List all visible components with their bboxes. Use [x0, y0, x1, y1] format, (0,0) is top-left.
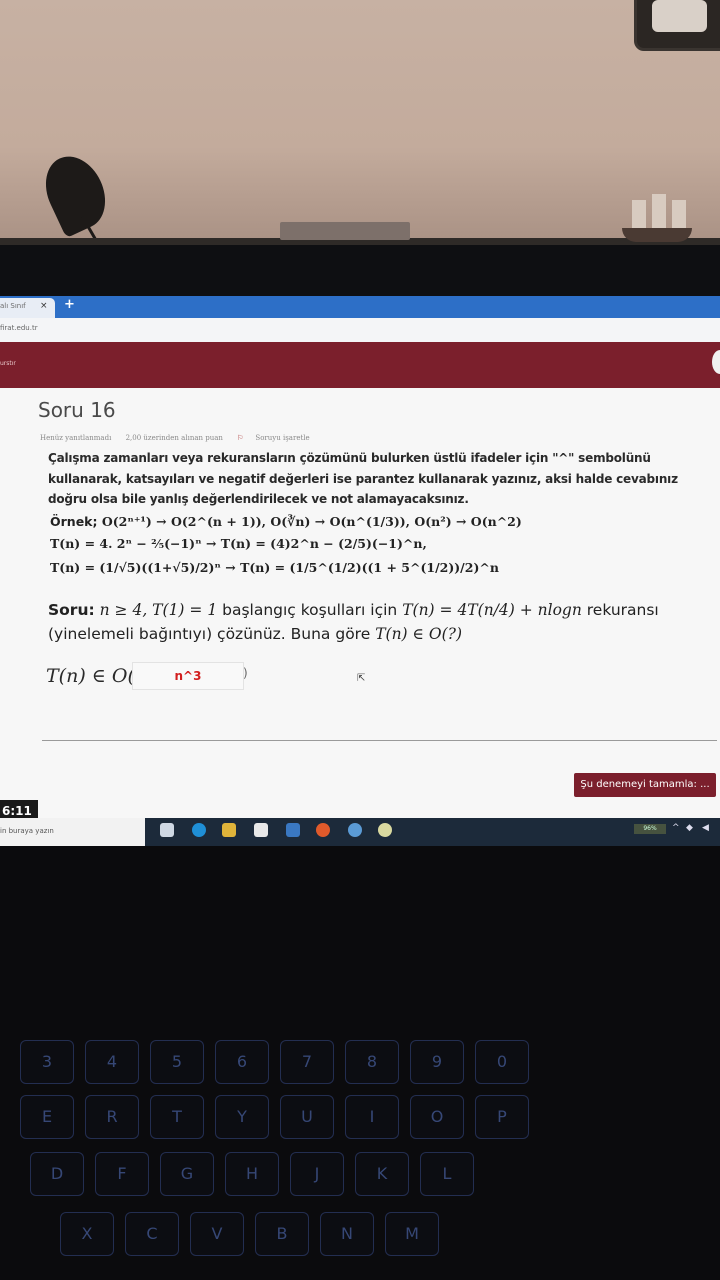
wall-clock: [634, 0, 720, 51]
example-formula-1: O(2ⁿ⁺¹) → O(2^(n + 1)), O(∛n) → O(n^(1/3…: [101, 514, 522, 529]
key: K: [355, 1152, 409, 1196]
key: B: [255, 1212, 309, 1256]
key: E: [20, 1095, 74, 1139]
example-formula-2: T(n) = 4. 2ⁿ − ⅖(−1)ⁿ → T(n) = (4)2^n − …: [50, 536, 427, 551]
avatar[interactable]: [712, 350, 720, 374]
site-header: urstır: [0, 342, 720, 388]
key: Y: [215, 1095, 269, 1139]
browser-tabbar: alı Sınıf × +: [0, 296, 720, 318]
answer-input[interactable]: n^3: [132, 662, 244, 690]
task-view-icon[interactable]: [160, 823, 174, 837]
key: 7: [280, 1040, 334, 1084]
books: [280, 222, 410, 240]
question-text: Soru: n ≥ 4, T(1) = 1 başlangıç koşullar…: [48, 598, 718, 646]
key: N: [320, 1212, 374, 1256]
key: R: [85, 1095, 139, 1139]
key: J: [290, 1152, 344, 1196]
question-info: Henüz yanıtlanmadı 2,00 üzerinden alınan…: [40, 434, 322, 442]
key: 4: [85, 1040, 139, 1084]
key: O: [410, 1095, 464, 1139]
example-label: Örnek;: [50, 514, 98, 529]
taskbar-search[interactable]: in buraya yazın: [0, 818, 145, 846]
app-icon[interactable]: [348, 823, 362, 837]
store-icon[interactable]: [254, 823, 268, 837]
soru-text: (yinelemeli bağıntıyı) çözünüz. Buna gör…: [48, 625, 371, 643]
soru-text: rekuransı: [586, 601, 659, 619]
mouse-cursor-icon: ⇱: [357, 673, 366, 684]
finish-attempt-button[interactable]: Şu denemeyi tamamla: ...: [574, 773, 716, 797]
laptop-keyboard: 3 4 5 6 7 8 9 0 E R T Y U I O P D F G H …: [0, 980, 720, 1280]
key: U: [280, 1095, 334, 1139]
key: D: [30, 1152, 84, 1196]
url-text: firat.edu.tr: [0, 324, 38, 332]
chrome-icon[interactable]: [316, 823, 330, 837]
taskbar: in buraya yazın 96% ^ ◆ ◀: [0, 818, 720, 846]
key: 3: [20, 1040, 74, 1084]
key: 5: [150, 1040, 204, 1084]
soru-label: Soru:: [48, 601, 95, 619]
key: X: [60, 1212, 114, 1256]
laptop-screen: alı Sınıf × + firat.edu.tr urstır Soru 1…: [0, 296, 720, 844]
soru-condition: n ≥ 4, T(1) = 1: [99, 601, 218, 619]
key: F: [95, 1152, 149, 1196]
key: 9: [410, 1040, 464, 1084]
instructions: Çalışma zamanları veya rekuransların çöz…: [48, 451, 678, 506]
example-formula-3: T(n) = (1/√5)((1+√5)/2)ⁿ → T(n) = (1/5^(…: [50, 560, 499, 575]
close-icon[interactable]: ×: [40, 301, 48, 311]
key: P: [475, 1095, 529, 1139]
quiz-content: Soru 16 Henüz yanıtlanmadı 2,00 üzerinde…: [0, 388, 720, 844]
key: 0: [475, 1040, 529, 1084]
key: G: [160, 1152, 214, 1196]
key: C: [125, 1212, 179, 1256]
new-tab-button[interactable]: +: [64, 297, 75, 312]
ship-sail: [632, 200, 646, 228]
edge-icon[interactable]: [192, 823, 206, 837]
flag-question-link[interactable]: Soruyu işaretle: [255, 434, 309, 442]
flag-icon[interactable]: ⚐: [237, 434, 243, 442]
search-placeholder: in buraya yazın: [0, 827, 54, 835]
key: L: [420, 1152, 474, 1196]
example-line-1: Örnek; O(2ⁿ⁺¹) → O(2^(n + 1)), O(∛n) → O…: [50, 514, 522, 529]
key: V: [190, 1212, 244, 1256]
answer-prefix: T(n) ∈ O(: [46, 665, 135, 687]
app-icon[interactable]: [378, 823, 392, 837]
key: I: [345, 1095, 399, 1139]
site-menu[interactable]: urstır: [0, 360, 16, 367]
question-points: 2,00 üzerinden alınan puan: [125, 434, 223, 442]
key: M: [385, 1212, 439, 1256]
file-explorer-icon[interactable]: [222, 823, 236, 837]
key: 8: [345, 1040, 399, 1084]
wall-background: [0, 0, 720, 245]
answer-suffix: ): [243, 666, 248, 680]
battery-indicator[interactable]: 96%: [634, 824, 666, 834]
ship-sail: [652, 194, 666, 228]
soru-target: T(n) ∈ O(?): [375, 625, 463, 643]
ship-sail: [672, 200, 686, 228]
clock-face: [652, 0, 707, 32]
network-icon[interactable]: ◆: [686, 823, 693, 833]
key: T: [150, 1095, 204, 1139]
mail-icon[interactable]: [286, 823, 300, 837]
soru-text: başlangıç koşulları için: [222, 601, 398, 619]
chevron-up-icon[interactable]: ^: [672, 823, 680, 833]
volume-icon[interactable]: ◀: [702, 823, 709, 833]
browser-tab[interactable]: alı Sınıf ×: [0, 298, 55, 318]
key: H: [225, 1152, 279, 1196]
soru-recurrence: T(n) = 4T(n/4) + nlogn: [402, 601, 582, 619]
ship-model: [622, 190, 692, 242]
question-status: Henüz yanıtlanmadı: [40, 434, 112, 442]
question-title: Soru 16: [38, 398, 116, 422]
key: 6: [215, 1040, 269, 1084]
tab-label: alı Sınıf: [0, 302, 26, 310]
ship-hull: [622, 228, 692, 242]
divider: [42, 740, 717, 741]
address-bar[interactable]: firat.edu.tr: [0, 318, 720, 343]
